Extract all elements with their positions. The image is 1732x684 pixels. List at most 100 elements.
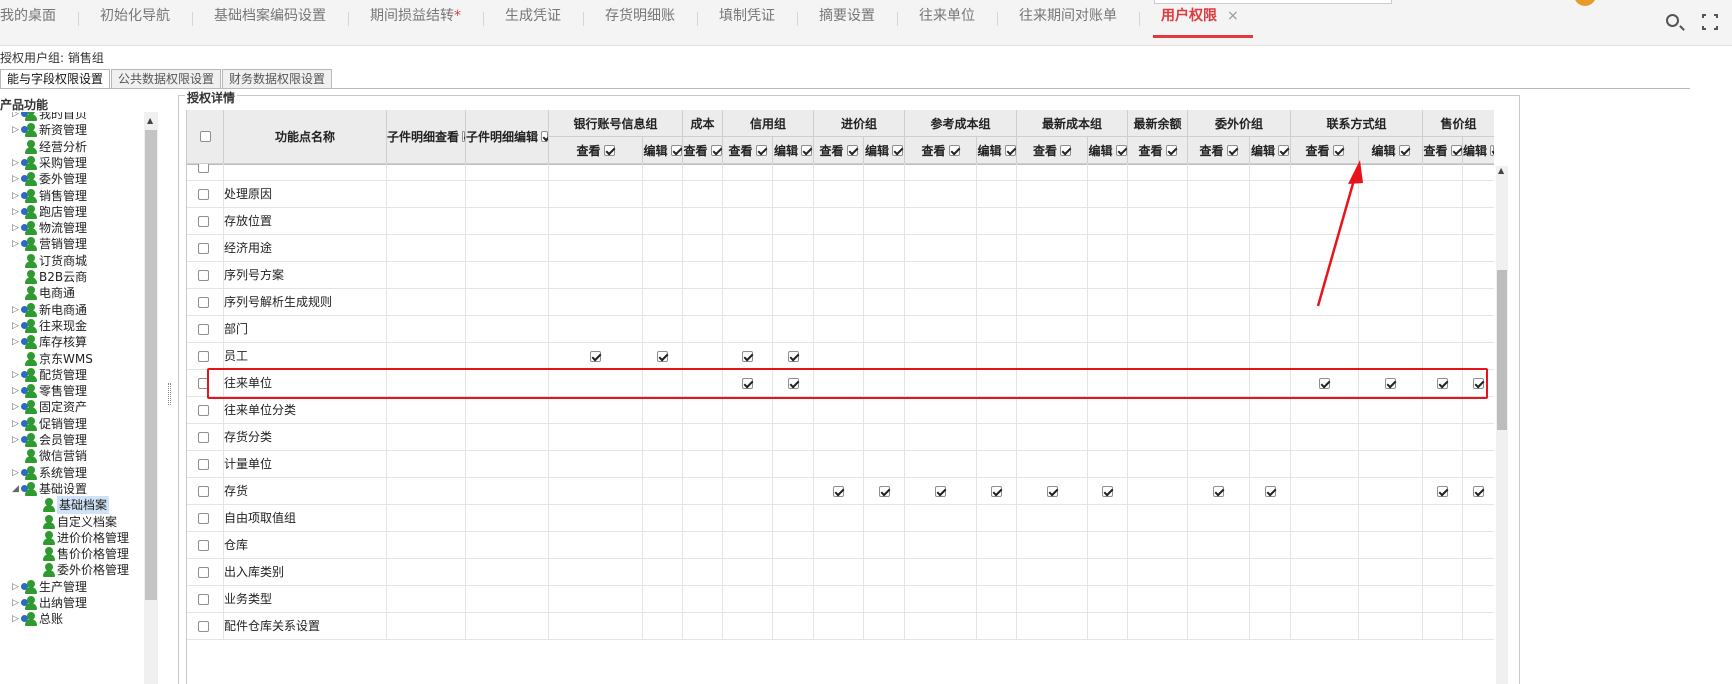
permission-checkbox[interactable] <box>657 351 668 362</box>
tree-item[interactable]: ▷ 新资管理 <box>0 121 144 139</box>
permission-checkbox[interactable] <box>1473 486 1484 497</box>
sub-detail-view-checkbox[interactable] <box>462 131 465 142</box>
select-all-checkbox[interactable] <box>199 131 211 142</box>
permission-checkbox[interactable] <box>1265 486 1276 497</box>
permission-checkbox[interactable] <box>991 486 1002 497</box>
permission-checkbox[interactable] <box>1047 486 1058 497</box>
column-checkbox[interactable] <box>1004 144 1016 156</box>
row-checkbox[interactable] <box>198 486 209 497</box>
row-checkbox[interactable] <box>198 513 209 524</box>
table-row[interactable]: 计量单位 <box>187 451 1494 478</box>
table-row[interactable]: 经济用途 <box>187 235 1494 262</box>
table-row[interactable]: 往来单位 <box>187 370 1494 397</box>
tab-9[interactable]: 往来期间对账单 <box>997 0 1139 46</box>
tab-8[interactable]: 往来单位 <box>897 0 997 46</box>
tree-item[interactable]: 进价价格管理 <box>0 529 144 547</box>
tree-item[interactable]: ▷ 营销管理 <box>0 235 144 253</box>
subtab-2[interactable]: 财务数据权限设置 <box>222 69 333 89</box>
sub-detail-edit-checkbox[interactable] <box>541 131 548 142</box>
row-checkbox[interactable] <box>198 324 209 335</box>
column-checkbox[interactable] <box>948 144 960 156</box>
permission-checkbox[interactable] <box>590 351 601 362</box>
table-row[interactable]: 自由项取值组 <box>187 505 1494 532</box>
row-checkbox[interactable] <box>198 351 209 362</box>
tree-scrollbar[interactable]: ▲ <box>144 112 158 684</box>
row-checkbox[interactable] <box>198 243 209 254</box>
tab-2[interactable]: 基础档案编码设置 <box>192 0 348 46</box>
tree-item[interactable]: 委外价格管理 <box>0 561 144 579</box>
tree-item[interactable]: ▷ 出纳管理 <box>0 594 144 612</box>
tree-item[interactable]: ▷ 库存核算 <box>0 333 144 351</box>
row-checkbox[interactable] <box>198 189 209 200</box>
tree-item[interactable]: ▷ 生产管理 <box>0 578 144 596</box>
panel-splitter[interactable] <box>168 383 171 405</box>
tree-item[interactable]: ▷ 新电商通 <box>0 301 144 319</box>
row-checkbox[interactable] <box>198 621 209 632</box>
table-row[interactable]: 往来单位分类 <box>187 397 1494 424</box>
tree-item[interactable]: 基础档案 <box>0 496 144 515</box>
permission-checkbox[interactable] <box>833 486 844 497</box>
row-checkbox[interactable] <box>198 405 209 416</box>
column-checkbox[interactable] <box>1060 144 1071 156</box>
table-row[interactable]: 配件仓库关系设置 <box>187 613 1494 640</box>
column-checkbox[interactable] <box>1332 144 1344 156</box>
column-checkbox[interactable] <box>1398 144 1410 156</box>
global-search-box[interactable] <box>1154 0 1392 4</box>
column-checkbox[interactable] <box>1490 144 1494 156</box>
tree-item[interactable]: ▷ 采购管理 <box>0 154 144 172</box>
permission-checkbox[interactable] <box>788 351 799 362</box>
tree-item[interactable]: ▷ 物流管理 <box>0 219 144 237</box>
column-checkbox[interactable] <box>670 144 682 156</box>
search-button[interactable] <box>1664 12 1686 34</box>
tree-item[interactable]: ▷ 往来现金 <box>0 317 144 335</box>
tree-item[interactable]: ◢ 基础设置 <box>0 480 144 498</box>
tab-5[interactable]: 存货明细账 <box>583 0 697 46</box>
permission-checkbox[interactable] <box>1213 486 1224 497</box>
close-icon[interactable]: × <box>1227 8 1239 24</box>
tree-item[interactable]: 微信营销 <box>0 447 144 465</box>
column-checkbox[interactable] <box>846 144 858 156</box>
permission-checkbox[interactable] <box>1102 486 1113 497</box>
table-row[interactable]: 员工 <box>187 343 1494 370</box>
tree-item[interactable]: 自定义档案 <box>0 513 144 531</box>
permission-checkbox[interactable] <box>935 486 946 497</box>
permission-checkbox[interactable] <box>1473 378 1484 389</box>
tree-item[interactable]: ▷ 委外管理 <box>0 170 144 188</box>
tab-4[interactable]: 生成凭证 <box>483 0 583 46</box>
table-row[interactable]: 出入库类别 <box>187 559 1494 586</box>
tree-item[interactable]: ▷ 配货管理 <box>0 366 144 384</box>
table-row[interactable] <box>187 164 1494 181</box>
permission-checkbox[interactable] <box>742 378 753 389</box>
fullscreen-button[interactable] <box>1700 12 1722 34</box>
grid-scroll-thumb[interactable] <box>1497 270 1507 430</box>
tab-6[interactable]: 填制凭证 <box>697 0 797 46</box>
tree-item[interactable]: ▷ 零售管理 <box>0 382 144 400</box>
column-checkbox[interactable] <box>1165 144 1177 156</box>
tab-3[interactable]: 期间损益结转* <box>348 0 483 46</box>
table-row[interactable]: 序列号解析生成规则 <box>187 289 1494 316</box>
tree-item[interactable]: 电商通 <box>0 284 144 302</box>
column-checkbox[interactable] <box>801 144 812 156</box>
permission-checkbox[interactable] <box>879 486 890 497</box>
tree-item[interactable]: ▷ 跑店管理 <box>0 203 144 221</box>
row-checkbox[interactable] <box>198 594 209 605</box>
table-row[interactable]: 仓库 <box>187 532 1494 559</box>
tab-0[interactable]: 我的桌面 <box>0 0 78 46</box>
column-checkbox[interactable] <box>1226 144 1238 156</box>
tab-10[interactable]: 用户权限 × <box>1139 0 1261 46</box>
permission-checkbox[interactable] <box>1437 378 1448 389</box>
tree-item[interactable]: ▷ 固定资产 <box>0 398 144 416</box>
table-row[interactable]: 业务类型 <box>187 586 1494 613</box>
tree-item[interactable]: 经营分析 <box>0 138 144 156</box>
column-checkbox[interactable] <box>1115 144 1127 156</box>
tree-item[interactable]: B2B云商 <box>0 268 144 286</box>
table-row[interactable]: 序列号方案 <box>187 262 1494 289</box>
row-checkbox[interactable] <box>198 567 209 578</box>
grid-scrollbar[interactable]: ▲ <box>1496 166 1508 684</box>
tree-item[interactable]: ▷ 促销管理 <box>0 415 144 433</box>
tree-item[interactable]: ▷ 总账 <box>0 610 144 628</box>
row-checkbox[interactable] <box>198 270 209 281</box>
row-checkbox[interactable] <box>198 216 209 227</box>
scroll-up-icon[interactable]: ▲ <box>147 116 153 125</box>
tab-1[interactable]: 初始化导航 <box>78 0 192 46</box>
